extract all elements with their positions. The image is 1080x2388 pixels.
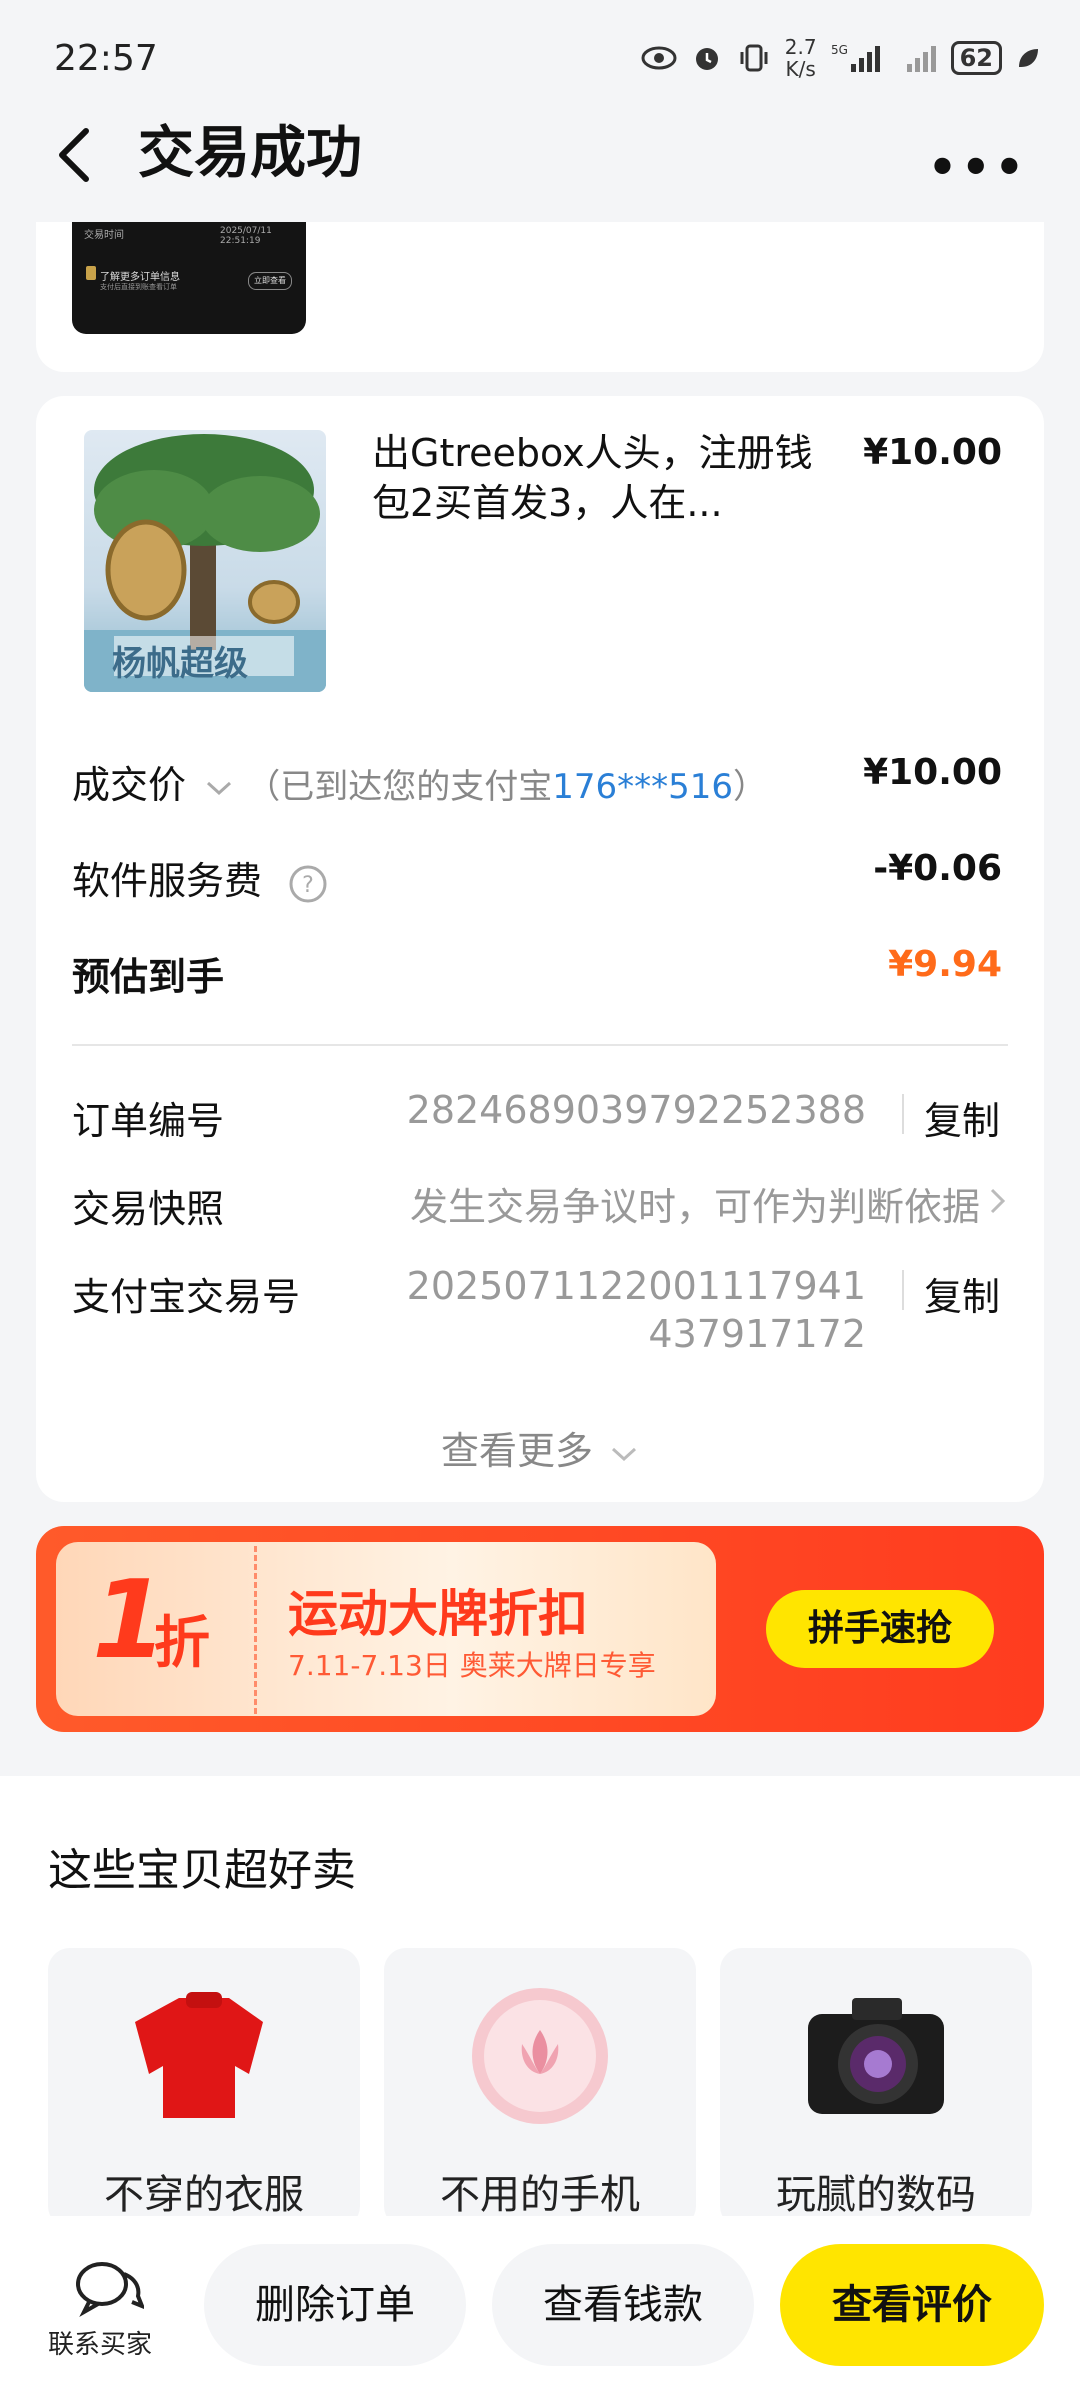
svg-text:5G: 5G [831,43,848,57]
page-title: 交易成功 [138,121,362,186]
delete-order-button[interactable]: 删除订单 [204,2244,466,2366]
fee-value: -¥0.06 [873,848,1002,889]
status-time: 22:57 [54,38,158,79]
recommend-tile-label: 不穿的衣服 [104,2172,304,2218]
svg-text:?: ? [302,873,314,898]
camera-icon [808,1998,944,2114]
copy-alipay-no-button[interactable]: 复制 [924,1266,1000,1321]
snapshot-label: 交易快照 [72,1187,225,1231]
signal-icon: 5G [831,43,880,72]
order-no-label: 订单编号 [72,1099,225,1143]
promo-banner[interactable]: 1 折 运动大牌折扣 7.11-7.13日 奥莱大牌日专享 拼手速抢 [36,1526,1044,1732]
recommend-tile-label: 玩腻的数码 [776,2172,976,2218]
order-no-value: 2824689039792252388 [406,1088,866,1132]
snapshot-item-icon [86,266,96,280]
promo-subline: 7.11-7.13日 奥莱大牌日专享 [288,1649,656,1682]
chevron-right-icon [990,1188,1006,1214]
contact-buyer-label[interactable]: 联系买家 [48,2324,152,2361]
status-icons: 2.7 K/s 5G 62 [641,30,1040,86]
back-arrow-icon[interactable] [54,125,94,185]
net-value: ¥9.94 [888,944,1002,985]
alipay-trade-no-label: 支付宝交易号 [72,1275,301,1319]
chevron-down-icon [612,1447,637,1461]
battery-icon: 62 [950,41,1002,75]
snapshot-thumbnail[interactable]: 交易时间 2025/07/11 22:51:19 了解更多订单信息 支付后直接到… [72,222,306,334]
chat-icon[interactable] [72,2258,144,2318]
fee-row: 软件服务费 ? [72,850,328,905]
deal-price-label: 成交价 [72,763,187,807]
deal-price-note-prefix: （已到达您的支付宝 [246,767,553,807]
divider [72,1044,1008,1046]
discount-unit: 折 [154,1611,210,1676]
copy-order-no-button[interactable]: 复制 [924,1090,1000,1145]
alipay-account: 176***516 [552,767,733,807]
sweater-icon [135,1992,263,2118]
signal-icon-2 [906,46,936,72]
phone-icon [472,1988,608,2124]
net-label: 预估到手 [72,955,225,999]
view-more-button[interactable]: 查看更多 [0,1420,1080,1475]
alipay-trade-no-line2: 437917172 [648,1312,866,1356]
alipay-trade-no-line1: 2025071122001117941 [406,1264,866,1308]
deal-price-row[interactable]: 成交价 （已到达您的支付宝176***516） [72,754,767,809]
recommend-tile-label: 不用的手机 [440,2172,640,2218]
eye-icon [641,46,677,70]
vertical-divider-2 [902,1270,904,1310]
snapshot-link[interactable]: 发生交易争议时，可作为判断依据 [410,1176,980,1231]
promo-cta-button[interactable]: 拼手速抢 [766,1590,994,1668]
deal-price-value: ¥10.00 [863,752,1002,793]
help-icon[interactable]: ? [288,864,328,904]
promo-separator [254,1546,257,1714]
product-title[interactable]: 出Gtreebox人头，注册钱包2买首发3，人在... [372,428,832,528]
view-money-button[interactable]: 查看钱款 [492,2244,754,2366]
more-menu-icon[interactable]: ••• [928,140,1028,194]
vibrate-icon [740,44,768,72]
view-review-button[interactable]: 查看评价 [780,2244,1044,2366]
deal-price-note-suffix: ） [733,767,767,807]
chevron-down-icon [207,781,232,795]
leaf-icon [1019,49,1038,67]
net-speed: 2.7 K/s [784,35,817,81]
alarm-icon [695,48,718,70]
product-price: ¥10.00 [863,432,1002,473]
promo-headline: 运动大牌折扣 [288,1585,588,1643]
fee-label: 软件服务费 [72,859,263,903]
vertical-divider [902,1094,904,1134]
recommend-title: 这些宝贝超好卖 [48,1845,356,1896]
product-image[interactable]: 杨帆超级 [84,430,326,692]
